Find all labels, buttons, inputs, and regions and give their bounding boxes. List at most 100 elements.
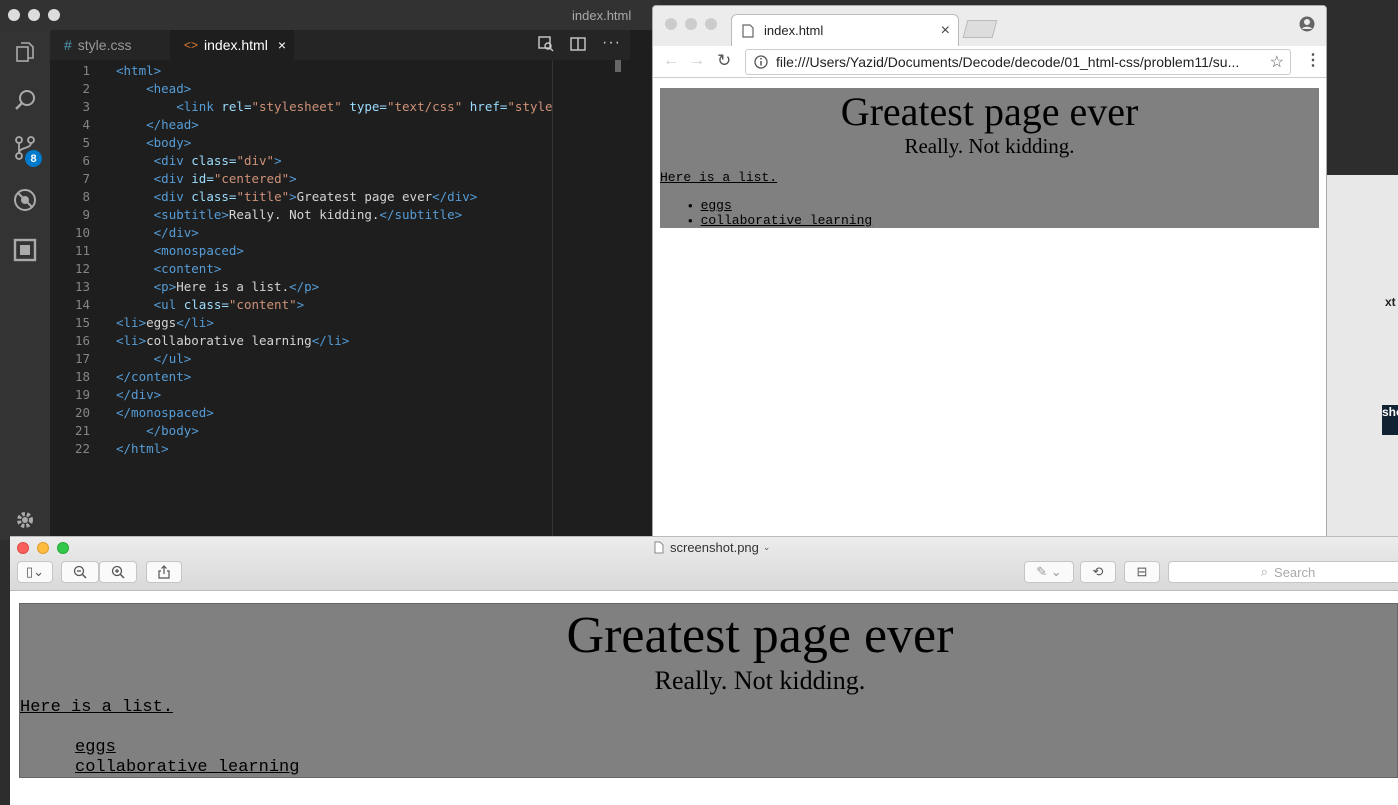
code-line[interactable]: 13 <p>Here is a list.</p> bbox=[50, 277, 552, 295]
pen-icon: ✎ ⌄ bbox=[1036, 564, 1062, 579]
line-number: 21 bbox=[74, 422, 90, 438]
code-token: <ul bbox=[153, 296, 184, 312]
zoom-window-button[interactable] bbox=[48, 9, 60, 21]
code-text: <link rel="stylesheet" type="text/css" h… bbox=[116, 98, 582, 114]
minimize-window-button[interactable] bbox=[28, 9, 40, 21]
activity-bar: 8 bbox=[0, 30, 50, 540]
close-window-button[interactable] bbox=[8, 9, 20, 21]
code-line[interactable]: 12 <content> bbox=[50, 259, 552, 277]
code-line[interactable]: 6 <div class="div"> bbox=[50, 151, 552, 169]
more-actions-icon[interactable]: ··· bbox=[602, 34, 621, 52]
close-window-button[interactable] bbox=[17, 542, 29, 554]
tab-index-html[interactable]: <> index.html × bbox=[170, 30, 294, 60]
open-preview-icon[interactable] bbox=[538, 36, 554, 55]
code-line[interactable]: 1 <html> bbox=[50, 61, 552, 79]
code-token: "stylesheet" bbox=[251, 98, 350, 114]
code-line[interactable]: 11 <monospaced> bbox=[50, 241, 552, 259]
line-number: 4 bbox=[82, 116, 90, 132]
profile-icon[interactable] bbox=[1299, 16, 1315, 37]
address-bar[interactable]: file:///Users/Yazid/Documents/Decode/dec… bbox=[745, 49, 1291, 75]
code-token: Really. Not kidding. bbox=[228, 206, 380, 222]
browser-tab[interactable]: index.html × bbox=[731, 14, 959, 46]
tab-close-icon[interactable]: × bbox=[278, 37, 286, 53]
toolbox-button[interactable]: ⊟ bbox=[1124, 561, 1160, 583]
code-text: </content> bbox=[116, 369, 191, 384]
code-line[interactable]: 15 <li>eggs</li> bbox=[50, 313, 552, 331]
back-arrow-icon[interactable]: ← bbox=[663, 52, 679, 70]
tab-close-icon[interactable]: × bbox=[941, 22, 950, 40]
code-line[interactable]: 18 </content> bbox=[50, 367, 552, 385]
zoom-out-button[interactable] bbox=[61, 561, 99, 583]
split-editor-icon[interactable] bbox=[570, 36, 586, 55]
code-line[interactable]: 3 <link rel="stylesheet" type="text/css"… bbox=[50, 97, 582, 115]
code-line[interactable]: 17 </ul> bbox=[50, 349, 552, 367]
source-control-icon[interactable]: 8 bbox=[0, 126, 50, 170]
editor-tab-bar: # style.css <> index.html × ··· bbox=[50, 30, 630, 60]
info-icon[interactable] bbox=[754, 55, 768, 69]
code-line[interactable]: 21 </body> bbox=[50, 421, 552, 439]
zoom-in-button[interactable] bbox=[99, 561, 137, 583]
new-tab-button[interactable] bbox=[962, 20, 998, 38]
list-item: collaborative learning bbox=[700, 213, 873, 228]
line-number: 17 bbox=[74, 350, 90, 366]
browser-window: index.html × ← → ↻ file:///Users/Yazid/D… bbox=[652, 5, 1327, 540]
share-button[interactable] bbox=[146, 561, 182, 583]
code-line[interactable]: 19 </div> bbox=[50, 385, 552, 403]
code-token: <content> bbox=[153, 260, 222, 276]
preview-window: screenshot.png ⌄ ▯⌄ ✎ ⌄ ⟲ ⊟ ⌕ Search Gre… bbox=[10, 536, 1398, 805]
search-icon[interactable] bbox=[0, 78, 50, 122]
search-field[interactable]: ⌕ Search bbox=[1168, 561, 1398, 583]
rendered-page: Greatest page ever Really. Not kidding. … bbox=[660, 88, 1319, 228]
forward-arrow-icon[interactable]: → bbox=[689, 52, 705, 70]
preview-window-title[interactable]: screenshot.png ⌄ bbox=[654, 540, 770, 555]
page-heading: Greatest page ever bbox=[840, 89, 1139, 134]
code-token: <li> bbox=[116, 314, 147, 330]
code-line[interactable]: 8 <div class="title">Greatest page ever<… bbox=[50, 187, 552, 205]
code-line[interactable]: 20 </monospaced> bbox=[50, 403, 552, 421]
code-line[interactable]: 14 <ul class="content"> bbox=[50, 295, 552, 313]
bookmark-star-icon[interactable]: ☆ bbox=[1269, 52, 1284, 72]
debug-icon[interactable] bbox=[0, 178, 50, 222]
extensions-icon[interactable] bbox=[0, 228, 50, 272]
tab-label: index.html bbox=[204, 37, 268, 53]
code-token: > bbox=[289, 170, 297, 186]
code-token: <div bbox=[153, 188, 192, 204]
code-line[interactable]: 4 </head> bbox=[50, 115, 552, 133]
preview-image: Greatest page ever Really. Not kidding. … bbox=[19, 603, 1398, 778]
minimize-window-button[interactable] bbox=[37, 542, 49, 554]
zoom-window-button[interactable] bbox=[57, 542, 69, 554]
minimap[interactable] bbox=[552, 60, 630, 540]
code-token: > bbox=[274, 152, 282, 168]
sidebar-toggle-button[interactable]: ▯⌄ bbox=[17, 561, 53, 583]
code-token: class= bbox=[191, 152, 237, 168]
code-area[interactable]: 1 <html> 2 <head> 3 <link rel="stylesheet" … bbox=[50, 60, 583, 540]
code-line[interactable]: 22 </html> bbox=[50, 439, 552, 457]
reload-icon[interactable]: ↻ bbox=[717, 51, 731, 71]
zoom-window-button[interactable] bbox=[705, 18, 717, 30]
code-line[interactable]: 9 <subtitle>Really. Not kidding.</subtit… bbox=[50, 205, 552, 223]
code-line[interactable]: 10 </div> bbox=[50, 223, 552, 241]
rotate-button[interactable]: ⟲ bbox=[1080, 561, 1116, 583]
minimize-window-button[interactable] bbox=[685, 18, 697, 30]
code-text: <li>eggs</li> bbox=[116, 315, 214, 330]
code-line[interactable]: 5 <body> bbox=[50, 133, 552, 151]
line-number: 13 bbox=[74, 278, 90, 294]
explorer-icon[interactable] bbox=[0, 30, 50, 74]
menu-kebab-icon[interactable]: ⋮ bbox=[1305, 50, 1321, 70]
scrollbar-thumb[interactable] bbox=[615, 60, 621, 72]
close-window-button[interactable] bbox=[665, 18, 677, 30]
markup-button[interactable]: ✎ ⌄ bbox=[1024, 561, 1074, 583]
line-number: 8 bbox=[82, 188, 90, 204]
code-line[interactable]: 16 <li>collaborative learning</li> bbox=[50, 331, 552, 349]
tab-style-css[interactable]: # style.css bbox=[50, 30, 168, 60]
code-text: <html> bbox=[116, 63, 161, 78]
list-item: collaborative learning bbox=[75, 758, 300, 777]
code-line[interactable]: 2 <head> bbox=[50, 79, 552, 97]
preview-titlebar: screenshot.png ⌄ ▯⌄ ✎ ⌄ ⟲ ⊟ ⌕ Search bbox=[10, 537, 1398, 591]
share-icon bbox=[158, 565, 170, 579]
code-line[interactable]: 7 <div id="centered"> bbox=[50, 169, 552, 187]
